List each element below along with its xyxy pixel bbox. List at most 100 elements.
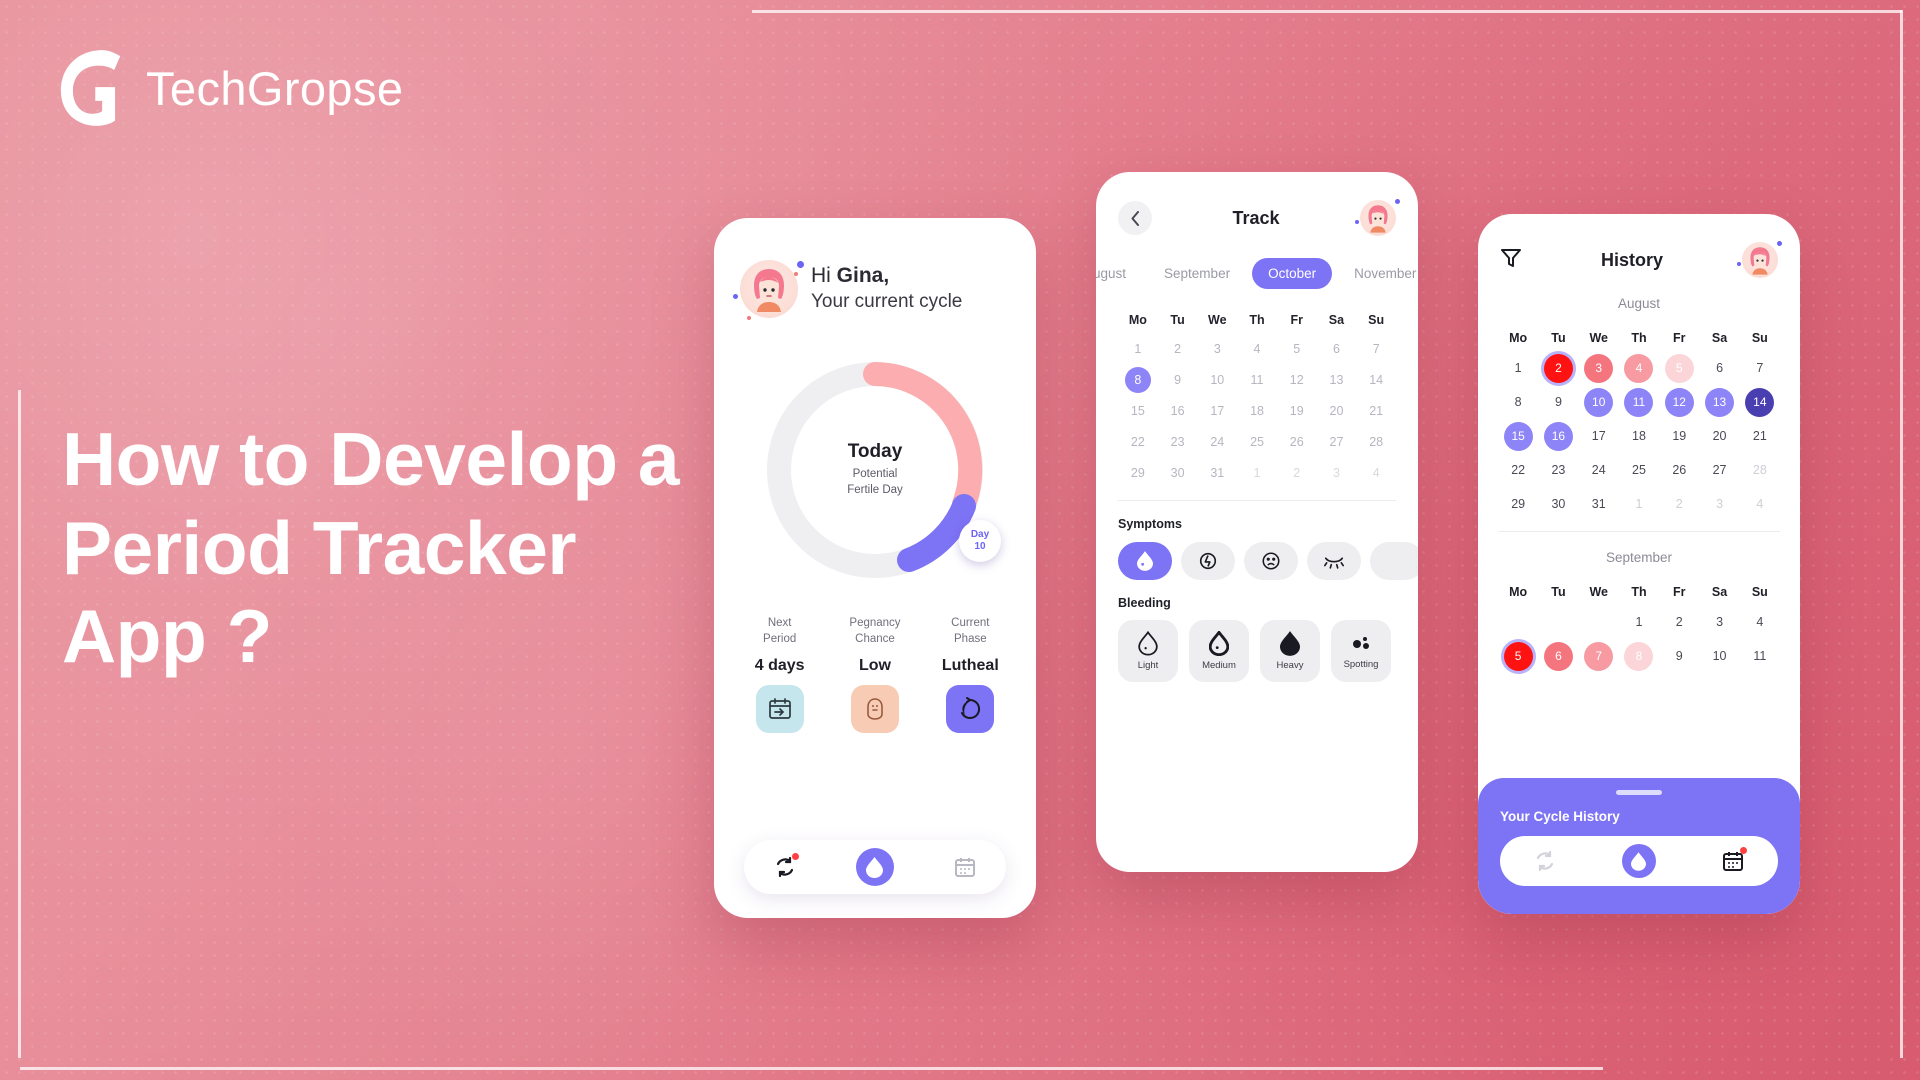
symptom-energy-icon[interactable]: [1181, 542, 1235, 580]
calendar-day[interactable]: 26: [1659, 453, 1699, 487]
calendar-day[interactable]: 31: [1579, 487, 1619, 521]
calendar-day[interactable]: 25: [1237, 426, 1277, 457]
calendar-day[interactable]: 22: [1118, 426, 1158, 457]
calendar-day[interactable]: 3: [1699, 487, 1739, 521]
calendar-day-marked[interactable]: 14: [1740, 385, 1780, 419]
month-tab-august[interactable]: August: [1096, 258, 1142, 289]
calendar-day[interactable]: 30: [1538, 487, 1578, 521]
calendar-day-marked[interactable]: 13: [1699, 385, 1739, 419]
calendar-day[interactable]: 23: [1538, 453, 1578, 487]
calendar-day[interactable]: 18: [1237, 395, 1277, 426]
calendar-day[interactable]: 26: [1277, 426, 1317, 457]
calendar-day[interactable]: 14: [1356, 364, 1396, 395]
nav-cycle-icon[interactable]: [1533, 849, 1557, 873]
bleeding-medium-option[interactable]: Medium: [1189, 620, 1249, 682]
calendar-day[interactable]: 12: [1277, 364, 1317, 395]
calendar-day[interactable]: 4: [1740, 487, 1780, 521]
calendar-day[interactable]: 24: [1197, 426, 1237, 457]
calendar-day[interactable]: 1: [1498, 351, 1538, 385]
calendar-day-marked[interactable]: 6: [1538, 639, 1578, 673]
calendar-day-marked[interactable]: 5: [1659, 351, 1699, 385]
nav-calendar-icon[interactable]: [953, 855, 977, 879]
calendar-day[interactable]: 19: [1659, 419, 1699, 453]
day-badge[interactable]: Day 10: [959, 520, 1001, 562]
stat-current-phase[interactable]: Current Phase Lutheal: [923, 616, 1018, 734]
calendar-day-marked[interactable]: 2: [1538, 351, 1578, 385]
calendar-day[interactable]: 7: [1356, 333, 1396, 364]
symptom-sad-face-icon[interactable]: [1244, 542, 1298, 580]
calendar-day[interactable]: 2: [1659, 605, 1699, 639]
calendar-day[interactable]: 27: [1317, 426, 1357, 457]
month-tab-october[interactable]: October: [1252, 258, 1333, 289]
calendar-day-marked[interactable]: 4: [1619, 351, 1659, 385]
symptom-droplet-icon[interactable]: [1118, 542, 1172, 580]
bleeding-spotting-option[interactable]: Spotting: [1331, 620, 1391, 682]
stat-pregnancy-chance[interactable]: Pegnancy Chance Low: [827, 616, 922, 734]
nav-calendar-icon[interactable]: [1721, 847, 1748, 873]
calendar-day[interactable]: 15: [1118, 395, 1158, 426]
calendar-day[interactable]: 10: [1197, 364, 1237, 395]
calendar-day-marked[interactable]: 8: [1619, 639, 1659, 673]
calendar-day[interactable]: 30: [1158, 457, 1198, 488]
calendar-day[interactable]: 9: [1538, 385, 1578, 419]
month-tab-november[interactable]: November: [1338, 258, 1418, 289]
calendar-day[interactable]: 28: [1356, 426, 1396, 457]
chevron-left-icon[interactable]: [1118, 201, 1152, 235]
calendar-day[interactable]: 31: [1197, 457, 1237, 488]
calendar-day[interactable]: 25: [1619, 453, 1659, 487]
calendar-day-marked[interactable]: 7: [1579, 639, 1619, 673]
calendar-day[interactable]: 9: [1659, 639, 1699, 673]
calendar-day-marked[interactable]: 12: [1659, 385, 1699, 419]
symptom-more-icon[interactable]: [1370, 542, 1418, 580]
user-avatar-icon[interactable]: [733, 260, 804, 320]
nav-droplet-icon[interactable]: [855, 848, 894, 886]
calendar-day[interactable]: 1: [1118, 333, 1158, 364]
calendar-day[interactable]: 9: [1158, 364, 1198, 395]
calendar-day[interactable]: 7: [1740, 351, 1780, 385]
calendar-day-marked[interactable]: 10: [1579, 385, 1619, 419]
calendar-day[interactable]: 8: [1498, 385, 1538, 419]
symptom-sleepy-eye-icon[interactable]: [1307, 542, 1361, 580]
calendar-day[interactable]: 22: [1498, 453, 1538, 487]
calendar-day[interactable]: 2: [1158, 333, 1198, 364]
calendar-day[interactable]: 1: [1237, 457, 1277, 488]
drag-handle[interactable]: [1616, 790, 1662, 795]
calendar-day[interactable]: 1: [1619, 605, 1659, 639]
calendar-day[interactable]: 11: [1237, 364, 1277, 395]
calendar-day[interactable]: 6: [1317, 333, 1357, 364]
calendar-day-marked[interactable]: 3: [1579, 351, 1619, 385]
calendar-day[interactable]: 23: [1158, 426, 1198, 457]
filter-icon[interactable]: [1500, 247, 1522, 274]
calendar-day[interactable]: 11: [1740, 639, 1780, 673]
user-avatar-icon[interactable]: [1354, 199, 1400, 236]
month-tab-september[interactable]: September: [1148, 258, 1246, 289]
calendar-day-marked[interactable]: 5: [1498, 639, 1538, 673]
calendar-day[interactable]: 24: [1579, 453, 1619, 487]
calendar-day[interactable]: 1: [1619, 487, 1659, 521]
calendar-day[interactable]: 20: [1699, 419, 1739, 453]
nav-cycle-icon[interactable]: [773, 853, 800, 879]
calendar-day[interactable]: 27: [1699, 453, 1739, 487]
calendar-day[interactable]: 6: [1699, 351, 1739, 385]
calendar-day[interactable]: 2: [1277, 457, 1317, 488]
calendar-day-marked[interactable]: 15: [1498, 419, 1538, 453]
calendar-day[interactable]: 2: [1659, 487, 1699, 521]
calendar-day[interactable]: 21: [1740, 419, 1780, 453]
bleeding-heavy-option[interactable]: Heavy: [1260, 620, 1320, 682]
calendar-day[interactable]: 17: [1579, 419, 1619, 453]
calendar-day-marked[interactable]: 11: [1619, 385, 1659, 419]
calendar-day[interactable]: 4: [1237, 333, 1277, 364]
stat-next-period[interactable]: Next Period 4 days: [732, 616, 827, 734]
calendar-day[interactable]: 20: [1317, 395, 1357, 426]
calendar-day[interactable]: 3: [1317, 457, 1357, 488]
calendar-day[interactable]: 29: [1118, 457, 1158, 488]
calendar-day[interactable]: 4: [1356, 457, 1396, 488]
calendar-day-marked[interactable]: 16: [1538, 419, 1578, 453]
calendar-day[interactable]: 4: [1740, 605, 1780, 639]
calendar-day[interactable]: 5: [1277, 333, 1317, 364]
calendar-day-selected[interactable]: 8: [1118, 364, 1158, 395]
bleeding-light-option[interactable]: Light: [1118, 620, 1178, 682]
calendar-day[interactable]: 28: [1740, 453, 1780, 487]
cycle-ring[interactable]: Today Potential Fertile Day Day 10: [759, 354, 1001, 586]
calendar-day[interactable]: 17: [1197, 395, 1237, 426]
